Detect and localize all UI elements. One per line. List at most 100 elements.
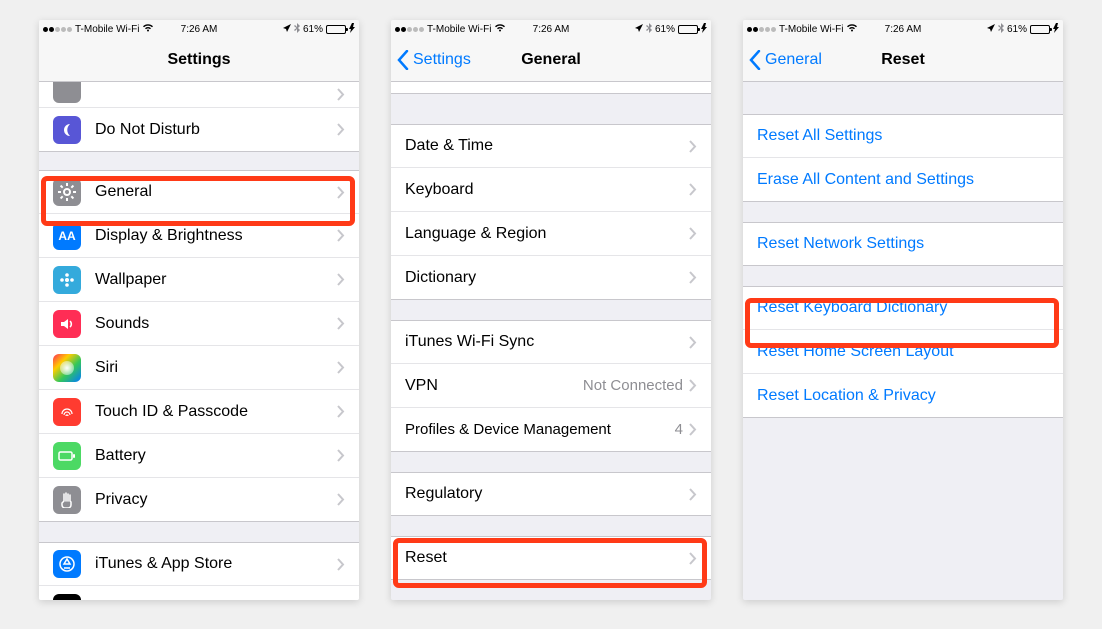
text-size-icon: AA xyxy=(53,222,81,250)
battery-pct: 61% xyxy=(655,24,675,35)
battery-pct: 61% xyxy=(1007,24,1027,35)
row-battery[interactable]: Battery xyxy=(39,434,359,478)
battery-pct: 61% xyxy=(303,24,323,35)
charging-icon xyxy=(349,23,355,36)
row-profiles[interactable]: Profiles & Device Management 4 xyxy=(391,408,711,452)
row-vpn[interactable]: VPN Not Connected xyxy=(391,364,711,408)
row-wallet-apple-pay[interactable]: Wallet & Apple Pay xyxy=(39,586,359,600)
row-label: Do Not Disturb xyxy=(95,121,337,139)
back-button[interactable]: Settings xyxy=(397,38,471,82)
back-label: Settings xyxy=(413,51,471,69)
row-label: Reset Network Settings xyxy=(757,235,1049,253)
row-language-region[interactable]: Language & Region xyxy=(391,212,711,256)
row-control-center[interactable] xyxy=(39,82,359,108)
bluetooth-icon xyxy=(646,23,652,36)
chevron-right-icon xyxy=(337,405,345,418)
row-label: Profiles & Device Management xyxy=(405,421,675,438)
chevron-right-icon xyxy=(689,271,697,284)
row-label: VPN xyxy=(405,377,583,395)
wifi-icon xyxy=(846,23,858,35)
chevron-right-icon xyxy=(337,493,345,506)
row-label: Display & Brightness xyxy=(95,227,337,245)
chevron-right-icon xyxy=(337,449,345,462)
chevron-right-icon xyxy=(689,423,697,436)
row-wallpaper[interactable]: Wallpaper xyxy=(39,258,359,302)
nav-bar: General Reset xyxy=(743,38,1063,82)
row-itunes-app-store[interactable]: iTunes & App Store xyxy=(39,542,359,586)
speaker-icon xyxy=(53,310,81,338)
row-value: 4 xyxy=(675,421,683,438)
chevron-right-icon xyxy=(337,88,345,101)
row-sounds[interactable]: Sounds xyxy=(39,302,359,346)
hand-icon xyxy=(53,486,81,514)
row-reset-location-privacy[interactable]: Reset Location & Privacy xyxy=(743,374,1063,418)
row-keyboard[interactable]: Keyboard xyxy=(391,168,711,212)
chevron-right-icon xyxy=(689,183,697,196)
battery-icon xyxy=(326,25,346,34)
status-time: 7:26 AM xyxy=(181,24,218,35)
chevron-right-icon xyxy=(337,229,345,242)
bluetooth-icon xyxy=(294,23,300,36)
row-label: Sounds xyxy=(95,315,337,333)
row-label: Erase All Content and Settings xyxy=(757,171,1049,189)
settings-list: Do Not Disturb General AA Display & Brig… xyxy=(39,82,359,600)
nav-bar: Settings xyxy=(39,38,359,82)
general-list: Date & Time Keyboard Language & Region D… xyxy=(391,82,711,600)
row-regulatory[interactable]: Regulatory xyxy=(391,472,711,516)
back-label: General xyxy=(765,51,822,69)
appstore-icon xyxy=(53,550,81,578)
row-general[interactable]: General xyxy=(39,170,359,214)
chevron-right-icon xyxy=(337,558,345,571)
charging-icon xyxy=(701,23,707,36)
row-label: Touch ID & Passcode xyxy=(95,403,337,421)
row-value: Not Connected xyxy=(583,377,683,394)
row-reset-keyboard-dictionary[interactable]: Reset Keyboard Dictionary xyxy=(743,286,1063,330)
row-erase-all[interactable]: Erase All Content and Settings xyxy=(743,158,1063,202)
chevron-right-icon xyxy=(689,379,697,392)
status-bar: T-Mobile Wi-Fi 7:26 AM 61% xyxy=(743,20,1063,38)
row-siri[interactable]: Siri xyxy=(39,346,359,390)
chevron-right-icon xyxy=(689,336,697,349)
row-date-time[interactable]: Date & Time xyxy=(391,124,711,168)
signal-dots xyxy=(43,27,72,32)
row-do-not-disturb[interactable]: Do Not Disturb xyxy=(39,108,359,152)
chevron-right-icon xyxy=(337,123,345,136)
row-label: Battery xyxy=(95,447,337,465)
control-center-icon xyxy=(53,82,81,103)
row-label: General xyxy=(95,183,337,201)
row-reset-home-screen[interactable]: Reset Home Screen Layout xyxy=(743,330,1063,374)
wallet-icon xyxy=(53,594,81,601)
wifi-icon xyxy=(142,23,154,35)
battery-icon xyxy=(53,442,81,470)
chevron-right-icon xyxy=(337,317,345,330)
location-icon xyxy=(635,24,643,35)
row-display-brightness[interactable]: AA Display & Brightness xyxy=(39,214,359,258)
row-dictionary[interactable]: Dictionary xyxy=(391,256,711,300)
row-label: Reset Keyboard Dictionary xyxy=(757,299,1049,317)
moon-icon xyxy=(53,116,81,144)
siri-icon xyxy=(53,354,81,382)
row-reset-all-settings[interactable]: Reset All Settings xyxy=(743,114,1063,158)
chevron-right-icon xyxy=(337,361,345,374)
battery-icon xyxy=(678,25,698,34)
chevron-right-icon xyxy=(689,552,697,565)
fingerprint-icon xyxy=(53,398,81,426)
row-itunes-wifi-sync[interactable]: iTunes Wi-Fi Sync xyxy=(391,320,711,364)
signal-dots xyxy=(395,27,424,32)
row-label: iTunes Wi-Fi Sync xyxy=(405,333,689,351)
signal-dots xyxy=(747,27,776,32)
chevron-right-icon xyxy=(689,140,697,153)
row-touch-id[interactable]: Touch ID & Passcode xyxy=(39,390,359,434)
nav-bar: Settings General xyxy=(391,38,711,82)
gear-icon xyxy=(53,178,81,206)
chevron-right-icon xyxy=(337,273,345,286)
nav-title: Settings xyxy=(167,51,230,69)
chevron-right-icon xyxy=(689,227,697,240)
row-privacy[interactable]: Privacy xyxy=(39,478,359,522)
back-button[interactable]: General xyxy=(749,38,822,82)
row-label: Reset xyxy=(405,549,689,567)
row-reset[interactable]: Reset xyxy=(391,536,711,580)
row-reset-network[interactable]: Reset Network Settings xyxy=(743,222,1063,266)
row-label: Keyboard xyxy=(405,181,689,199)
battery-icon xyxy=(1030,25,1050,34)
